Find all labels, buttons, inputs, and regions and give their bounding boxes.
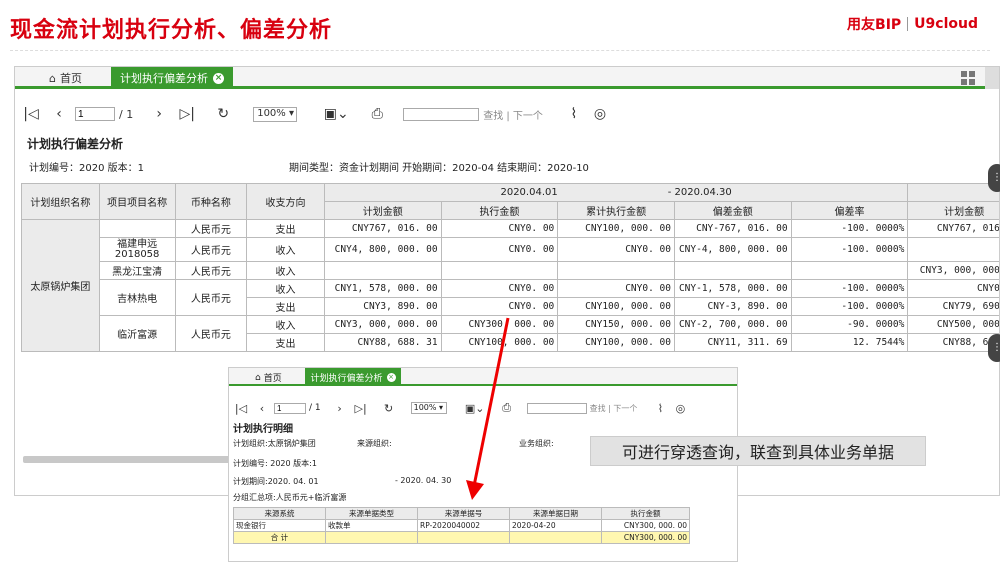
drill-through-arrow bbox=[466, 317, 510, 500]
